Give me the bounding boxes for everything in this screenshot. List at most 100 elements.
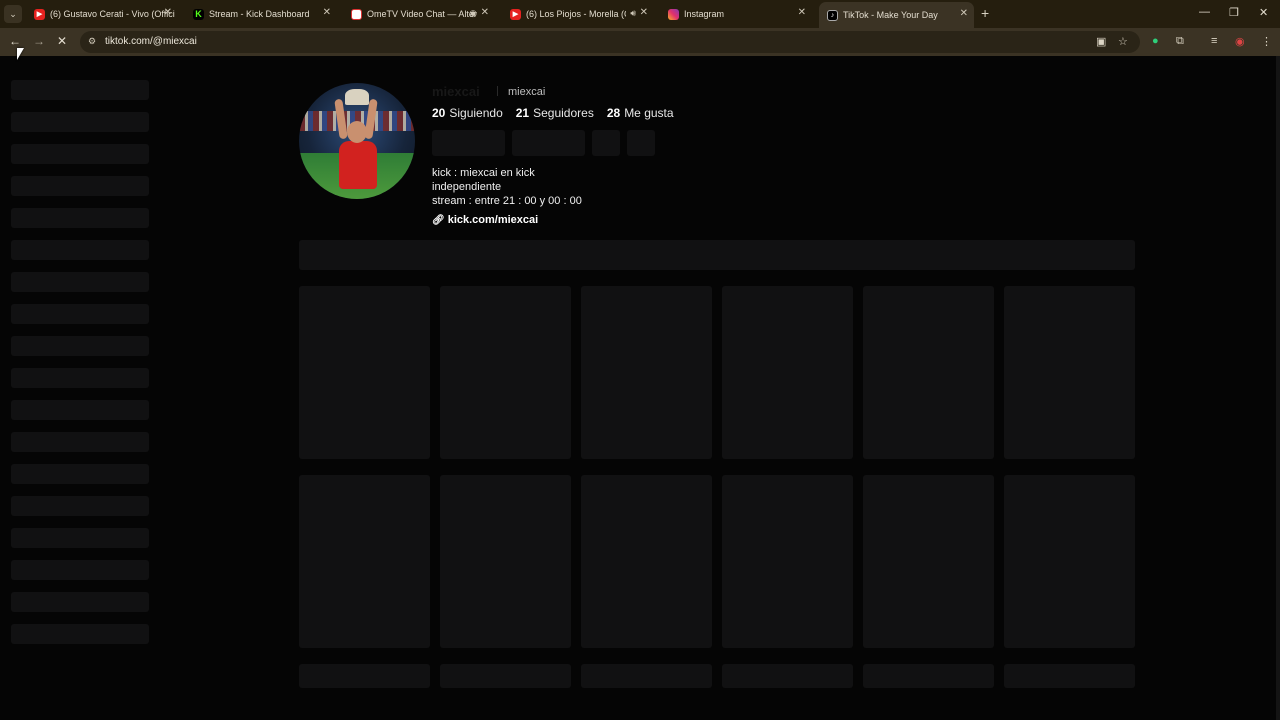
stat-label: Me gusta bbox=[624, 106, 674, 120]
sidebar-skeleton-item bbox=[11, 528, 149, 548]
bio-line: independiente bbox=[432, 181, 502, 193]
tab-title: TikTok - Make Your Day bbox=[843, 10, 938, 20]
browser-tab-6-active[interactable]: ♪ TikTok - Make Your Day ✕ bbox=[819, 2, 974, 28]
kick-icon: K bbox=[193, 8, 204, 20]
sidebar-skeleton-item bbox=[11, 112, 149, 132]
video-card-skeleton bbox=[440, 475, 571, 648]
tab-title: (6) Gustavo Cerati - Vivo (Offici bbox=[50, 9, 175, 19]
minimize-icon[interactable]: — bbox=[1199, 6, 1210, 18]
sidebar-skeleton-item bbox=[11, 304, 149, 324]
video-card-skeleton bbox=[863, 286, 994, 459]
profile-link[interactable]: 🔗︎ kick.com/miexcai bbox=[432, 214, 538, 226]
new-tab-plus-icon[interactable]: + bbox=[981, 5, 989, 21]
profile-stats: 20 Siguiendo 21 Seguidores 28 Me gusta bbox=[432, 106, 674, 120]
username-separator bbox=[497, 86, 498, 96]
ometv-icon bbox=[351, 8, 362, 20]
sidebar-skeleton-item bbox=[11, 336, 149, 356]
tab-title: (6) Los Piojos - Morella (Co bbox=[526, 9, 626, 19]
action-button-skeleton bbox=[627, 130, 655, 156]
stat-likes: 28 Me gusta bbox=[607, 106, 674, 120]
back-arrow-icon[interactable]: ← bbox=[9, 34, 21, 48]
tiktok-icon: ♪ bbox=[827, 9, 838, 21]
profile-nickname: miexcai bbox=[508, 86, 546, 98]
video-card-skeleton bbox=[863, 664, 994, 688]
video-card-skeleton bbox=[299, 664, 430, 688]
avatar-head bbox=[347, 121, 367, 143]
page-scrollbar[interactable] bbox=[1276, 56, 1280, 720]
video-card-skeleton bbox=[581, 664, 712, 688]
video-card-skeleton bbox=[1004, 475, 1135, 648]
tab-title: Stream - Kick Dashboard bbox=[209, 9, 310, 19]
stat-count: 21 bbox=[515, 106, 530, 120]
menu-kebab-icon[interactable]: ⋮ bbox=[1261, 35, 1272, 48]
close-tab-icon[interactable]: ✕ bbox=[798, 7, 806, 18]
video-card-skeleton bbox=[581, 286, 712, 459]
video-card-skeleton bbox=[863, 475, 994, 648]
video-card-skeleton bbox=[722, 475, 853, 648]
sidebar-skeleton-item bbox=[11, 400, 149, 420]
media-controls-icon[interactable]: ≡ bbox=[1211, 35, 1217, 47]
video-card-skeleton bbox=[299, 286, 430, 459]
bio-line: stream : entre 21 : 00 y 00 : 00 bbox=[432, 195, 582, 207]
stat-count: 28 bbox=[606, 106, 621, 120]
sidebar-skeleton-item bbox=[11, 496, 149, 516]
sidebar-skeleton-item bbox=[11, 208, 149, 228]
avatar-trophy bbox=[345, 89, 369, 105]
sidebar-skeleton-item bbox=[11, 592, 149, 612]
forward-arrow-icon[interactable]: → bbox=[33, 34, 45, 48]
browser-tab-2[interactable]: K Stream - Kick Dashboard ✕ bbox=[185, 3, 337, 25]
sidebar-skeleton-item bbox=[11, 176, 149, 196]
profile-avatar-icon[interactable]: ◉ bbox=[1235, 35, 1245, 48]
tab-search-chevron-icon[interactable]: ⌄ bbox=[4, 5, 22, 23]
site-info-icon[interactable]: ⚙ bbox=[88, 36, 96, 47]
stat-label: Siguiendo bbox=[449, 106, 503, 120]
stat-followers[interactable]: 21 Seguidores bbox=[516, 106, 594, 120]
profile-username: miexcai bbox=[432, 84, 480, 99]
stop-loading-icon[interactable]: ✕ bbox=[57, 34, 67, 48]
sidebar-skeleton-item bbox=[11, 432, 149, 452]
youtube-icon: ▶ bbox=[510, 8, 521, 20]
video-tabs-skeleton bbox=[299, 240, 1135, 270]
close-tab-icon[interactable]: ✕ bbox=[640, 7, 648, 18]
tiktok-profile-page: miexcai miexcai 20 Siguiendo 21 Seguidores… bbox=[0, 56, 1280, 720]
url-text[interactable]: tiktok.com/@miexcai bbox=[105, 36, 197, 47]
video-card-skeleton bbox=[440, 286, 571, 459]
bio-line: kick : miexcai en kick bbox=[432, 167, 535, 179]
close-tab-icon[interactable]: ✕ bbox=[960, 8, 968, 19]
browser-tab-4[interactable]: ▶ (6) Los Piojos - Morella (Co 🔊︎ ✕ bbox=[502, 3, 654, 25]
browser-tab-1[interactable]: ▶ (6) Gustavo Cerati - Vivo (Offici ✕ bbox=[26, 3, 178, 25]
sidebar-skeleton-item bbox=[11, 464, 149, 484]
close-tab-icon[interactable]: ✕ bbox=[323, 7, 331, 18]
youtube-icon: ▶ bbox=[34, 8, 45, 20]
extension-green-icon[interactable]: ● bbox=[1152, 35, 1159, 47]
action-button-skeleton bbox=[432, 130, 505, 156]
sidebar-skeleton-item bbox=[11, 80, 149, 100]
link-icon: 🔗︎ bbox=[432, 214, 445, 226]
browser-tabstrip: ⌄ ▶ (6) Gustavo Cerati - Vivo (Offici ✕ … bbox=[0, 0, 1280, 28]
browser-toolbar: ← → ✕ ⚙ tiktok.com/@miexcai ▣ ☆ ● ⧉ ≡ ◉ … bbox=[0, 28, 1280, 56]
sidebar-skeleton-item bbox=[11, 272, 149, 292]
sidebar-skeleton-item bbox=[11, 560, 149, 580]
address-bar[interactable]: ⚙ tiktok.com/@miexcai bbox=[80, 31, 1140, 53]
translate-icon[interactable]: ▣ bbox=[1096, 35, 1106, 48]
profile-avatar[interactable] bbox=[299, 83, 415, 199]
instagram-icon bbox=[668, 8, 679, 20]
tab-title: Instagram bbox=[684, 9, 725, 19]
extensions-puzzle-icon[interactable]: ⧉ bbox=[1176, 35, 1184, 48]
profile-bio: kick : miexcai en kick independiente str… bbox=[432, 166, 582, 208]
bookmark-star-icon[interactable]: ☆ bbox=[1118, 35, 1128, 48]
browser-tab-5[interactable]: Instagram ✕ bbox=[660, 3, 812, 25]
sidebar-skeleton-item bbox=[11, 368, 149, 388]
close-tab-icon[interactable]: ✕ bbox=[481, 7, 489, 18]
sidebar-skeleton-item bbox=[11, 240, 149, 260]
audio-playing-icon[interactable]: 🔊︎ bbox=[630, 8, 636, 19]
avatar-red-jersey bbox=[339, 141, 377, 189]
stat-following[interactable]: 20 Siguiendo bbox=[432, 106, 503, 120]
video-card-skeleton bbox=[1004, 286, 1135, 459]
sidebar-skeleton-item bbox=[11, 144, 149, 164]
close-tab-icon[interactable]: ✕ bbox=[164, 7, 172, 18]
browser-tab-3[interactable]: OmeTV Video Chat — Alter ◉ ✕ bbox=[343, 3, 495, 25]
stat-count: 20 bbox=[432, 106, 446, 120]
restore-icon[interactable]: ❐ bbox=[1229, 6, 1239, 19]
window-close-icon[interactable]: ✕ bbox=[1259, 6, 1268, 19]
